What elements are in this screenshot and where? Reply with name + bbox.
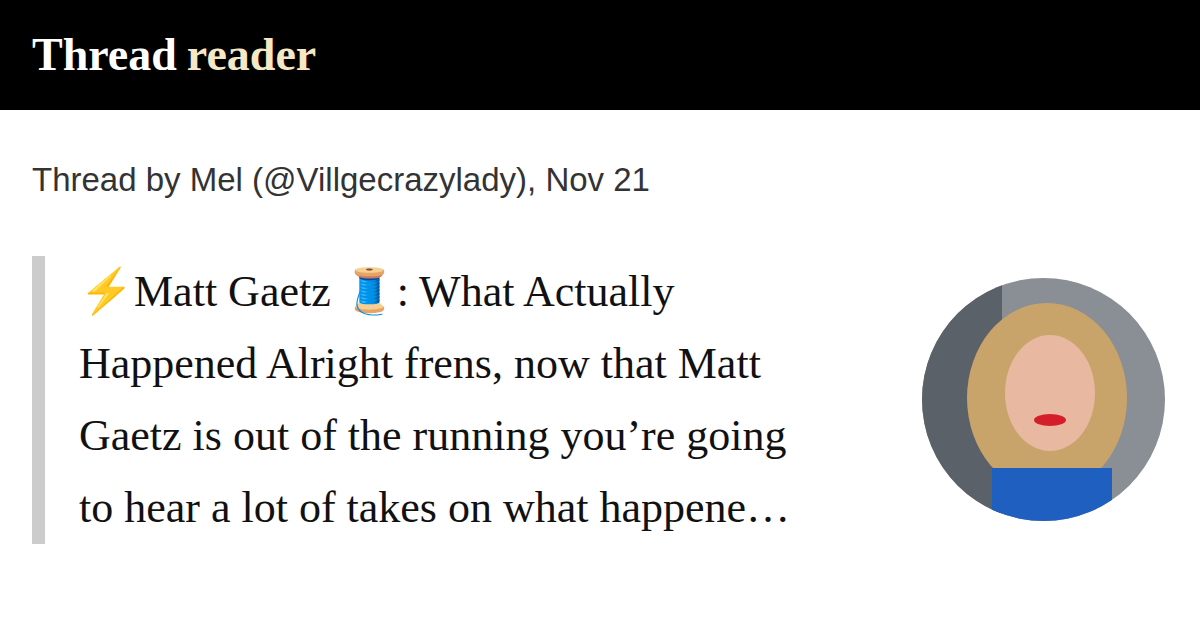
byline: Thread by Mel (@Villgecrazylady), Nov 21 xyxy=(32,160,1200,200)
quote-line: Happened Alright frens, now that Matt xyxy=(79,328,790,400)
logo-second: reader xyxy=(187,30,316,81)
quote-row: ⚡Matt Gaetz 🧵: What ActuallyHappened Alr… xyxy=(32,256,1165,544)
thread-reader-card: Threadreader Thread by Mel (@Villgecrazyl… xyxy=(0,0,1200,628)
quote-line: to hear a lot of takes on what happene… xyxy=(79,472,790,544)
logo[interactable]: Threadreader xyxy=(32,30,316,81)
quote-line: ⚡Matt Gaetz 🧵: What Actually xyxy=(79,256,790,328)
quote-line: Gaetz is out of the running you’re going xyxy=(79,400,790,472)
logo-first: Thread xyxy=(32,30,177,81)
top-bar: Threadreader xyxy=(0,0,1200,110)
quote: ⚡Matt Gaetz 🧵: What ActuallyHappened Alr… xyxy=(32,256,790,544)
avatar-photo xyxy=(922,278,1165,521)
